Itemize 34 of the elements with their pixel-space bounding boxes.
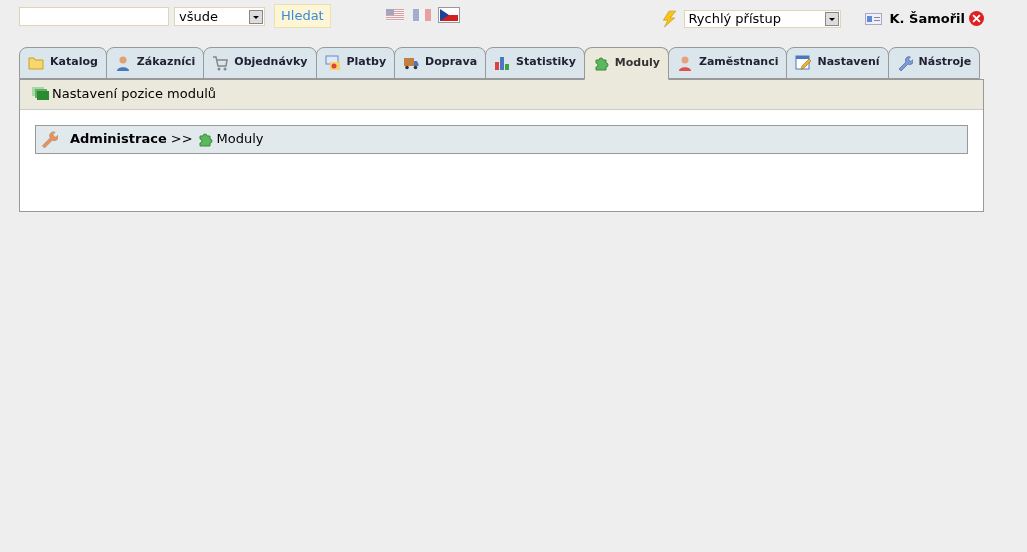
nav-tab[interactable]: Objednávky — [203, 46, 317, 79]
puzzle-icon — [592, 55, 609, 71]
user-name: K. Šamořil — [889, 10, 965, 28]
search-field[interactable] — [19, 7, 169, 26]
lightning-icon — [659, 9, 678, 28]
nav-tab[interactable]: Katalog — [19, 46, 107, 79]
nav-tab[interactable]: Nastavení — [786, 46, 889, 79]
nav-tab[interactable]: Zákazníci — [105, 46, 205, 79]
scope-select[interactable]: všude — [174, 7, 265, 26]
person-icon — [676, 54, 693, 71]
breadcrumb-link[interactable]: Administrace — [70, 129, 167, 149]
language-flag[interactable] — [437, 7, 460, 23]
breadcrumb-separator: >> — [170, 130, 193, 149]
logout-close-icon[interactable] — [969, 11, 984, 27]
window-pencil-icon — [795, 54, 812, 71]
nav-tab[interactable]: Platby — [315, 46, 396, 79]
payment-icon — [324, 54, 341, 71]
nav-tab[interactable]: Zaměstnanci — [667, 46, 788, 79]
person-icon — [114, 54, 131, 71]
nav-tab[interactable]: Doprava — [394, 46, 487, 79]
breadcrumb-current: Moduly — [216, 130, 264, 149]
id-card-icon — [864, 12, 882, 25]
nav-tab[interactable]: Statistiky — [485, 46, 585, 79]
panel-title: Nastavení pozice modulů — [52, 85, 217, 104]
nav-tab[interactable]: Moduly — [583, 46, 669, 80]
nav-tab[interactable]: Nástroje — [887, 46, 981, 79]
folder-icon — [28, 54, 44, 71]
cart-icon — [212, 54, 229, 71]
wrench-icon — [40, 130, 58, 148]
quick-access-select[interactable]: Rychlý přístup — [683, 9, 841, 28]
puzzle-icon — [196, 131, 213, 147]
wrench-icon — [896, 54, 913, 71]
stacked-windows-icon — [32, 87, 50, 101]
bar-chart-icon — [494, 54, 511, 71]
